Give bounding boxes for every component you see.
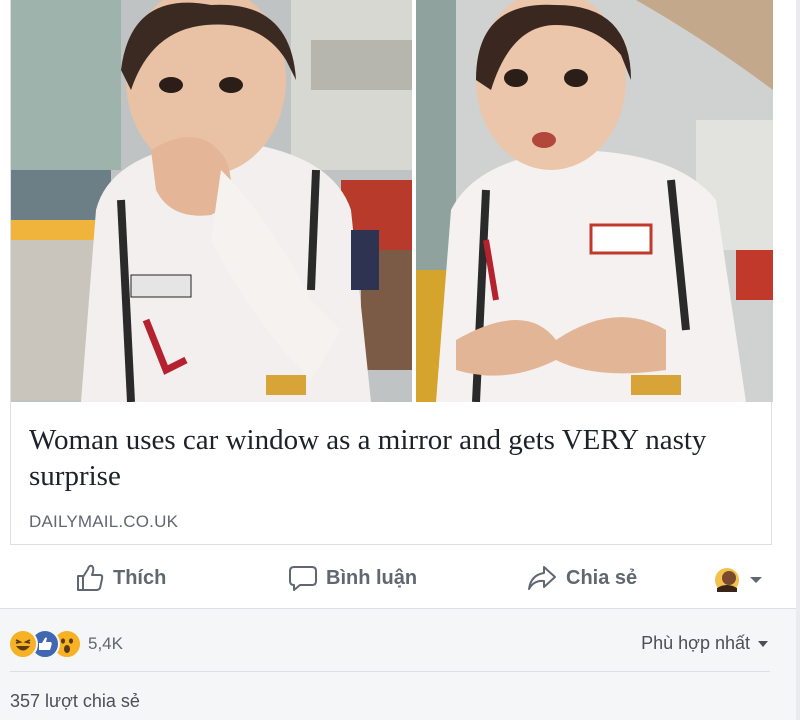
link-headline[interactable]: Woman uses car window as a mirror and ge… — [29, 422, 749, 494]
comment-label: Bình luận — [326, 566, 418, 589]
preview-photo-left[interactable] — [11, 0, 412, 402]
comment-button[interactable]: Bình luận — [288, 561, 417, 595]
post-footer: 5,4K Phù hợp nhất 357 lượt chia sẻ — [0, 609, 796, 720]
share-button[interactable]: Chia sẻ — [526, 561, 637, 595]
footer-divider — [10, 671, 770, 672]
reaction-profile-selector[interactable] — [713, 563, 771, 597]
link-domain: DAILYMAIL.CO.UK — [29, 512, 179, 531]
preview-images[interactable] — [11, 0, 773, 402]
chevron-down-icon — [750, 577, 762, 583]
thumbs-up-icon — [77, 564, 104, 591]
link-preview-body[interactable]: Woman uses car window as a mirror and ge… — [11, 402, 771, 544]
like-label: Thích — [113, 566, 167, 589]
comment-bubble-icon — [289, 566, 317, 591]
caret-down-icon — [758, 640, 768, 647]
reactions-summary[interactable]: 5,4K — [8, 629, 123, 659]
comment-sort-dropdown[interactable]: Phù hợp nhất — [641, 633, 768, 654]
profile-avatar-icon — [715, 568, 739, 592]
share-arrow-icon — [528, 566, 556, 590]
like-button[interactable]: Thích — [75, 561, 166, 595]
share-label: Chia sẻ — [566, 566, 638, 589]
preview-photo-right[interactable] — [416, 0, 773, 402]
sort-label: Phù hợp nhất — [641, 633, 750, 653]
link-preview-card[interactable]: Woman uses car window as a mirror and ge… — [10, 0, 773, 545]
action-bar: Thích Bình luận Chia sẻ — [0, 553, 796, 603]
share-count-link[interactable]: 357 lượt chia sẻ — [10, 691, 140, 712]
reaction-count: 5,4K — [88, 634, 123, 653]
haha-icon — [8, 629, 38, 659]
page-edge — [796, 0, 800, 720]
